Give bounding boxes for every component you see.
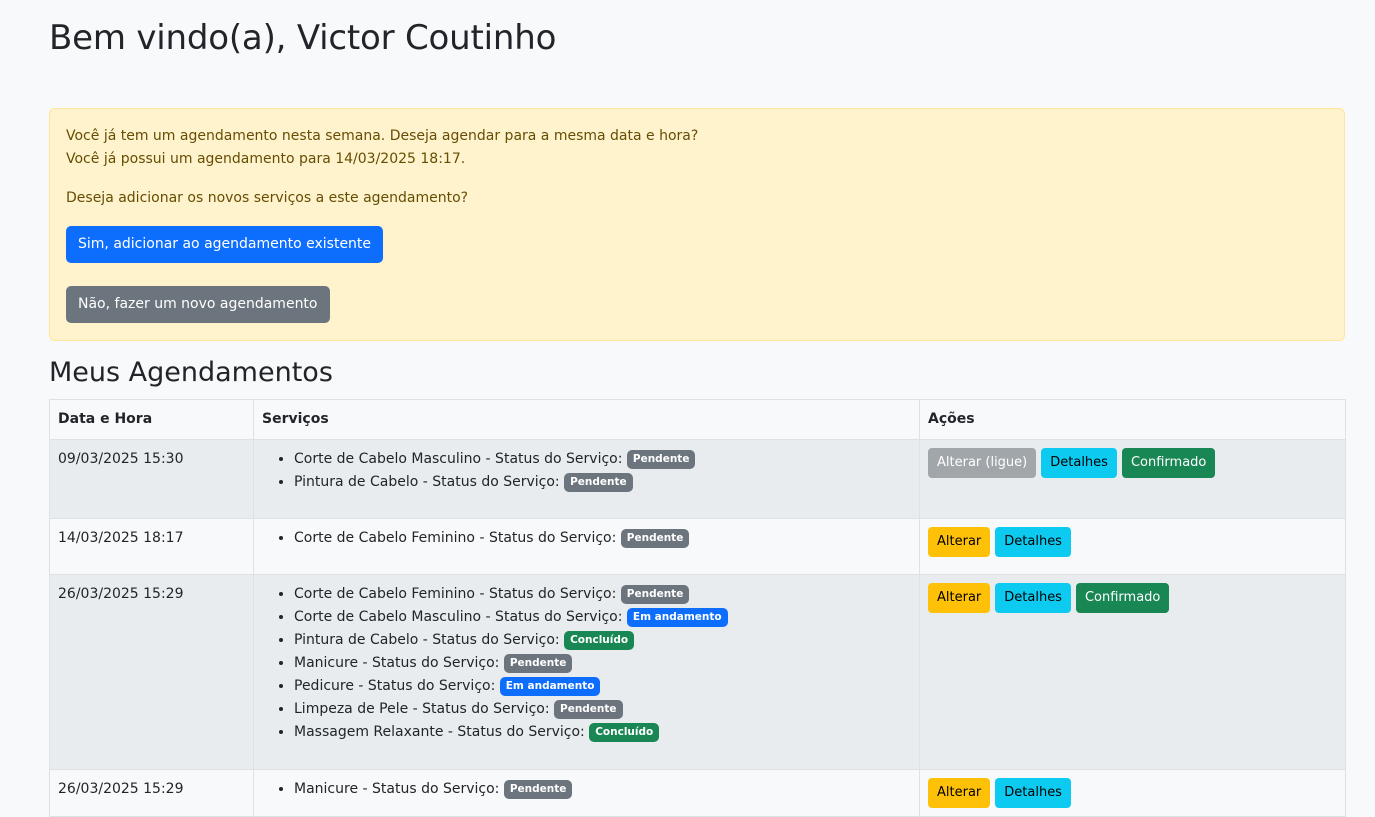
status-badge: Pendente [620,585,690,604]
status-badge: Pendente [503,780,573,799]
status-badge: Pendente [503,654,573,673]
service-name: Corte de Cabelo Masculino [294,451,482,467]
confirmed-button[interactable]: Confirmado [1075,583,1170,613]
status-badge: Concluído [589,723,660,742]
service-name: Massagem Relaxante [294,724,444,740]
appointment-datetime: 14/03/2025 18:17 [49,518,254,575]
service-name: Manicure [294,781,359,797]
table-row: 14/03/2025 18:17 Corte de Cabelo Feminino… [49,518,1346,575]
service-name: Corte de Cabelo Feminino [294,586,475,602]
edit-button[interactable]: Alterar [928,583,991,613]
services-list: Corte de Cabelo Masculino - Status do Se… [262,448,911,494]
services-list: Corte de Cabelo Feminino - Status do Ser… [262,583,911,744]
status-badge: Pendente [564,473,633,492]
status-badge: Pendente [554,700,623,719]
service-item: Pintura de Cabelo - Status do Serviço: C… [294,629,911,652]
service-item: Pintura de Cabelo - Status do Serviço: P… [294,471,911,494]
table-row: 26/03/2025 15:29 Manicure - Status do Ser… [49,769,1346,817]
service-status-label: - Status do Serviço: [443,724,590,740]
edit-button[interactable]: Alterar [928,527,991,557]
service-item: Corte de Cabelo Masculino - Status do Se… [294,606,911,629]
table-row: 09/03/2025 15:30 Corte de Cabelo Masculin… [49,439,1346,519]
details-button[interactable]: Detalhes [995,778,1071,808]
service-status-label: - Status do Serviço: [408,701,554,717]
actions-cell: Alterar Detalhes Confirmado [919,574,1346,770]
service-item: Manicure - Status do Serviço: Pendente [294,652,911,675]
service-item: Corte de Cabelo Feminino - Status do Ser… [294,527,911,550]
service-status-label: - Status do Serviço: [358,781,504,797]
services-list: Corte de Cabelo Feminino - Status do Ser… [262,527,911,550]
service-name: Pintura de Cabelo [294,632,419,648]
page-title: Bem vindo(a), Victor Coutinho [49,18,557,58]
appointment-datetime: 26/03/2025 15:29 [49,574,254,770]
service-status-label: - Status do Serviço: [481,609,627,625]
service-name: Limpeza de Pele [294,701,409,717]
add-to-existing-button[interactable]: Sim, adicionar ao agendamento existente [66,226,384,263]
existing-booking-alert: Você já tem um agendamento nesta semana.… [49,108,1345,341]
service-item: Pedicure - Status do Serviço: Em andamen… [294,675,911,698]
service-name: Corte de Cabelo Feminino [294,530,475,546]
edit-button[interactable]: Alterar [928,778,991,808]
service-status-label: - Status do Serviço: [481,451,627,467]
services-list: Manicure - Status do Serviço: Pendente [262,778,911,801]
service-status-label: - Status do Serviço: [358,655,504,671]
services-cell: Corte de Cabelo Feminino - Status do Ser… [253,518,920,575]
status-badge: Pendente [620,529,690,548]
status-badge: Em andamento [499,677,601,696]
service-name: Manicure [294,655,359,671]
edit-call-button[interactable]: Alterar (ligue) [928,448,1037,478]
column-header-actions: Ações [919,399,1346,440]
service-item: Massagem Relaxante - Status do Serviço: … [294,721,911,744]
alert-message-2: Você já possui um agendamento para 14/03… [66,151,466,167]
service-item: Limpeza de Pele - Status do Serviço: Pen… [294,698,911,721]
actions-cell: Alterar Detalhes [919,518,1346,575]
new-booking-button[interactable]: Não, fazer um novo agendamento [66,286,330,323]
services-cell: Corte de Cabelo Feminino - Status do Ser… [253,574,920,770]
column-header-services: Serviços [253,399,920,440]
service-status-label: - Status do Serviço: [418,632,565,648]
actions-cell: Alterar (ligue) Detalhes Confirmado [919,439,1346,519]
status-badge: Concluído [564,631,635,650]
service-name: Pedicure [294,678,354,694]
appointments-table: Data e Hora Serviços Ações 09/03/2025 15… [49,399,1346,817]
service-item: Corte de Cabelo Masculino - Status do Se… [294,448,911,471]
service-status-label: - Status do Serviço: [353,678,500,694]
section-title: Meus Agendamentos [49,357,333,388]
alert-question: Deseja adicionar os novos serviços a est… [66,190,469,206]
alert-message-1: Você já tem um agendamento nesta semana.… [66,128,699,144]
confirmed-button[interactable]: Confirmado [1121,448,1216,478]
column-header-datetime: Data e Hora [49,399,254,440]
service-name: Pintura de Cabelo [294,474,419,490]
service-name: Corte de Cabelo Masculino [294,609,482,625]
service-status-label: - Status do Serviço: [475,530,621,546]
status-badge: Em andamento [626,608,728,627]
appointment-datetime: 09/03/2025 15:30 [49,439,254,519]
service-status-label: - Status do Serviço: [418,474,565,490]
details-button[interactable]: Detalhes [1041,448,1117,478]
details-button[interactable]: Detalhes [995,583,1071,613]
table-row: 26/03/2025 15:29 Corte de Cabelo Feminino… [49,574,1346,770]
appointment-datetime: 26/03/2025 15:29 [49,769,254,817]
services-cell: Corte de Cabelo Masculino - Status do Se… [253,439,920,519]
service-status-label: - Status do Serviço: [475,586,621,602]
services-cell: Manicure - Status do Serviço: Pendente [253,769,920,817]
details-button[interactable]: Detalhes [995,527,1071,557]
service-item: Corte de Cabelo Feminino - Status do Ser… [294,583,911,606]
status-badge: Pendente [626,450,696,469]
actions-cell: Alterar Detalhes [919,769,1346,817]
service-item: Manicure - Status do Serviço: Pendente [294,778,911,801]
